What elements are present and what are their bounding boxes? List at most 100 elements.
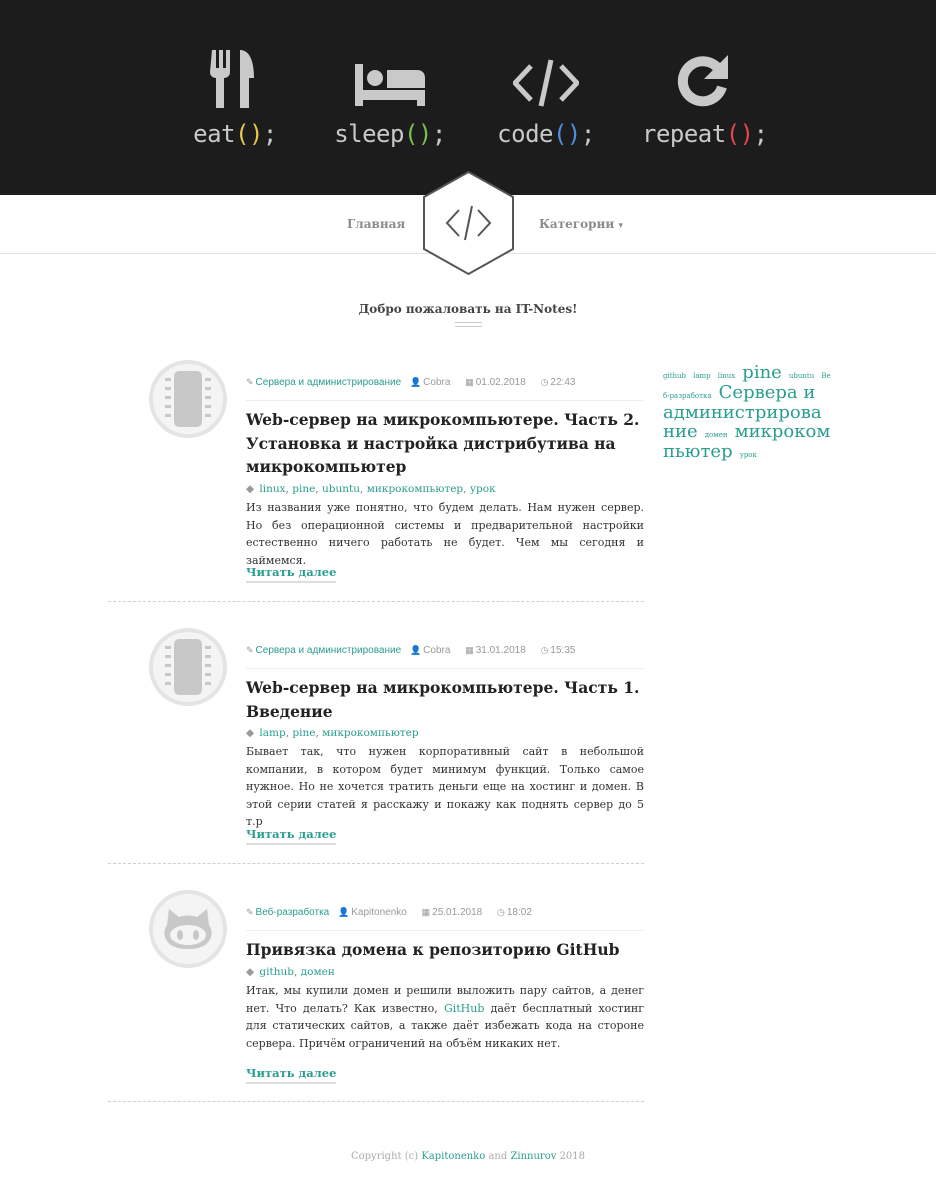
banner-word: code [497,120,553,148]
post-item: ✎ Веб-разработка 👤 Kapitonenko ▦ 25.01.2018… [108,890,644,1094]
edit-icon: ✎ [246,907,254,917]
chip-icon [149,360,227,438]
banner-parens: () [725,120,754,148]
post-author: Kapitonenko [351,907,407,918]
banner-semicolon: ; [431,120,446,148]
tag-link[interactable]: микрокомпьютер [322,727,418,739]
cloud-tag-link[interactable]: урок [740,451,757,459]
hexagon-code-logo-icon [423,170,514,276]
calendar-icon: ▦ [421,907,431,917]
banner-parens: () [552,120,581,148]
post-divider [108,1101,644,1102]
tag-link[interactable]: github [259,966,294,978]
post-date: 01.02.2018 [475,377,526,388]
github-link[interactable]: GitHub [444,1002,484,1015]
cloud-tag-link[interactable]: linux [718,372,735,380]
post-tags: ◆ github, домен [246,966,335,978]
tag-link[interactable]: ubuntu [322,483,360,495]
read-more-link[interactable]: Читать далее [246,1066,337,1084]
user-icon: 👤 [409,377,422,387]
page-title: Добро пожаловать на IT-Notes! [358,302,578,316]
tag-link[interactable]: микрокомпьютер [367,483,463,495]
copyright-text: Copyright (c) [350,1151,419,1162]
nav-categories-label: Категории [539,217,615,231]
banner-semicolon: ; [580,120,595,148]
user-icon: 👤 [409,645,422,655]
banner-word: eat [193,120,235,148]
cloud-tag-link[interactable]: pine [742,362,782,383]
post-meta: ✎ Сервера и администрирование 👤 Cobra ▦ 01.… [246,377,644,401]
calendar-icon: ▦ [465,377,474,387]
post-item: ✎ Сервера и администрирование 👤 Cobra ▦ 31.… [108,628,644,854]
post-divider [108,601,644,602]
chip-icon [149,628,227,706]
post-excerpt: Бывает так, что нужен корпоративный сайт… [246,745,644,828]
cloud-tag-link[interactable]: домен [705,431,728,440]
clock-icon: ◷ [540,645,549,655]
tag-cloud: github lamp linux pine ubuntu Веб-разраб… [663,363,831,462]
read-more-link[interactable]: Читать далее [246,565,337,583]
nav-categories-dropdown[interactable]: Категории ▾ [539,217,623,231]
post-excerpt: Итак, мы купили домен и решили выложить … [246,982,644,1052]
nav-home-link[interactable]: Главная [347,217,405,231]
cloud-tag-link[interactable]: github [663,372,686,380]
tags-icon: ◆ [246,727,255,739]
clock-icon: ◷ [540,377,549,387]
banner-sleep: sleep(); [330,48,450,148]
banner-semicolon: ; [262,120,277,148]
post-divider [108,863,644,864]
post-title-link[interactable]: Web-сервер на микрокомпьютере. Часть 2. … [246,408,644,479]
banner-word: repeat [642,120,726,148]
banner-word: sleep [334,120,404,148]
site-logo[interactable] [421,170,516,276]
post-time: 15:35 [550,645,576,656]
code-icon [486,48,606,114]
calendar-icon: ▦ [465,645,474,655]
edit-icon: ✎ [246,377,254,387]
post-category-link[interactable]: Сервера и администрирование [256,645,402,656]
banner-parens: () [235,120,263,148]
redo-icon [642,48,762,114]
user-icon: 👤 [338,907,350,917]
author-link[interactable]: Kapitonenko [421,1151,485,1162]
bed-icon [330,48,450,114]
banner-repeat: repeat(); [642,48,768,148]
post-date: 25.01.2018 [432,907,483,918]
post-item: ✎ Сервера и администрирование 👤 Cobra ▦ 01.… [108,360,644,592]
post-category-link[interactable]: Сервера и администрирование [256,377,402,388]
tags-icon: ◆ [246,966,255,978]
post-category-link[interactable]: Веб-разработка [256,907,330,918]
title-divider [455,322,482,327]
read-more-link[interactable]: Читать далее [246,827,337,845]
banner-semicolon: ; [753,120,768,148]
clock-icon: ◷ [497,907,505,917]
tag-link[interactable]: lamp [259,727,285,739]
header-banner: eat(); sleep(); code(); repeat(); [0,0,936,195]
tags-icon: ◆ [246,483,255,495]
copyright-year: 2018 [559,1151,586,1162]
post-time: 18:02 [506,907,532,918]
post-meta: ✎ Сервера и администрирование 👤 Cobra ▦ 31.… [246,645,644,669]
banner-parens: () [403,120,432,148]
footer: Copyright (c) Kapitonenko and Zinnurov 2… [0,1151,936,1162]
tag-link[interactable]: pine [292,483,315,495]
post-author: Cobra [423,645,451,656]
post-tags: ◆ linux, pine, ubuntu, микрокомпьютер, у… [246,483,496,495]
post-title-link[interactable]: Web-сервер на микрокомпьютере. Часть 1. … [246,676,644,723]
author-link[interactable]: Zinnurov [510,1151,556,1162]
tag-link[interactable]: pine [292,727,315,739]
edit-icon: ✎ [246,645,254,655]
cloud-tag-link[interactable]: lamp [693,372,711,380]
post-excerpt: Из названия уже понятно, что будем делат… [246,501,644,567]
banner-code: code(); [486,48,606,148]
tag-link[interactable]: linux [259,483,285,495]
footer-and: and [488,1151,508,1162]
tag-link[interactable]: урок [470,483,496,495]
post-meta: ✎ Веб-разработка 👤 Kapitonenko ▦ 25.01.2018… [246,907,644,931]
cloud-tag-link[interactable]: ubuntu [789,372,814,380]
chevron-down-icon: ▾ [618,221,624,231]
post-title-link[interactable]: Привязка домена к репозиторию GitHub [246,938,644,962]
banner-eat: eat(); [175,48,295,148]
fork-knife-icon [175,48,295,114]
tag-link[interactable]: домен [301,966,335,978]
